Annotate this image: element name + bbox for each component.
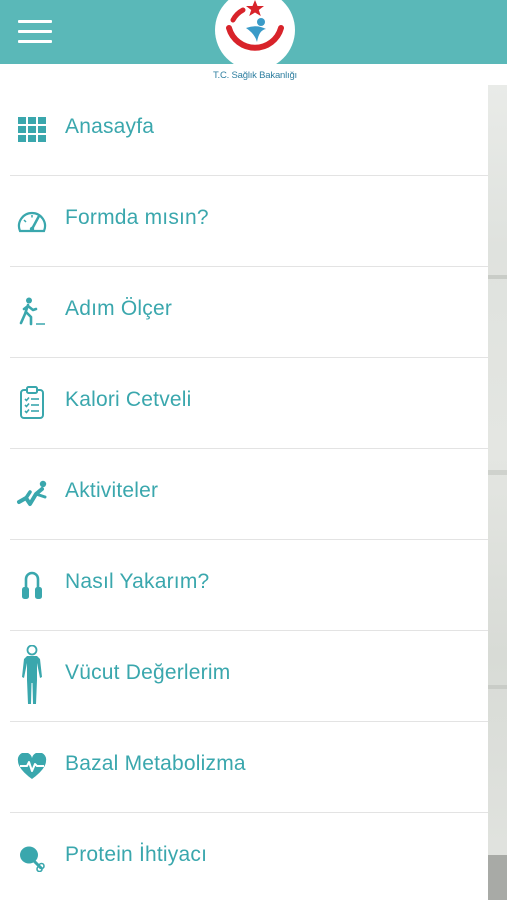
body-icon [16,643,48,709]
side-menu: Anasayfa Formda mısın? Adım Ölçer Kalori… [0,85,488,903]
menu-item-label: Vücut Değerlerim [65,661,231,684]
menu-item-label: Kalori Cetveli [65,388,192,411]
menu-item-label: Protein İhtiyacı [65,843,208,866]
speedometer-icon [16,201,48,241]
grid-icon [16,110,48,150]
menu-item-label: Anasayfa [65,115,155,138]
heart-pulse-icon [16,747,48,787]
menu-item-anasayfa[interactable]: Anasayfa [10,85,488,176]
menu-item-protein-ihtiyaci[interactable]: Protein İhtiyacı [10,813,488,903]
menu-item-label: Nasıl Yakarım? [65,570,210,593]
clipboard-icon [16,383,48,423]
hand-grip-icon [16,565,48,605]
background-content [488,85,507,900]
situp-icon [16,474,48,514]
menu-item-label: Bazal Metabolizma [65,752,246,775]
menu-item-label: Aktiviteler [65,479,159,502]
walking-icon [16,292,48,332]
menu-item-adim-olcer[interactable]: Adım Ölçer [10,267,488,358]
menu-item-nasil-yakarim[interactable]: Nasıl Yakarım? [10,540,488,631]
menu-item-label: Formda mısın? [65,206,209,229]
menu-item-formda-misin[interactable]: Formda mısın? [10,176,488,267]
ministry-logo [215,0,295,64]
top-app-bar [0,0,507,64]
menu-item-bazal-metabolizma[interactable]: Bazal Metabolizma [10,722,488,813]
hamburger-menu-icon[interactable] [18,20,52,44]
drumstick-icon [16,838,48,878]
menu-item-label: Adım Ölçer [65,297,173,320]
menu-item-aktiviteler[interactable]: Aktiviteler [10,449,488,540]
menu-item-vucut-degerlerim[interactable]: Vücut Değerlerim [10,631,488,722]
ministry-name: T.C. Sağlık Bakanlığı [213,70,297,81]
menu-item-kalori-cetveli[interactable]: Kalori Cetveli [10,358,488,449]
